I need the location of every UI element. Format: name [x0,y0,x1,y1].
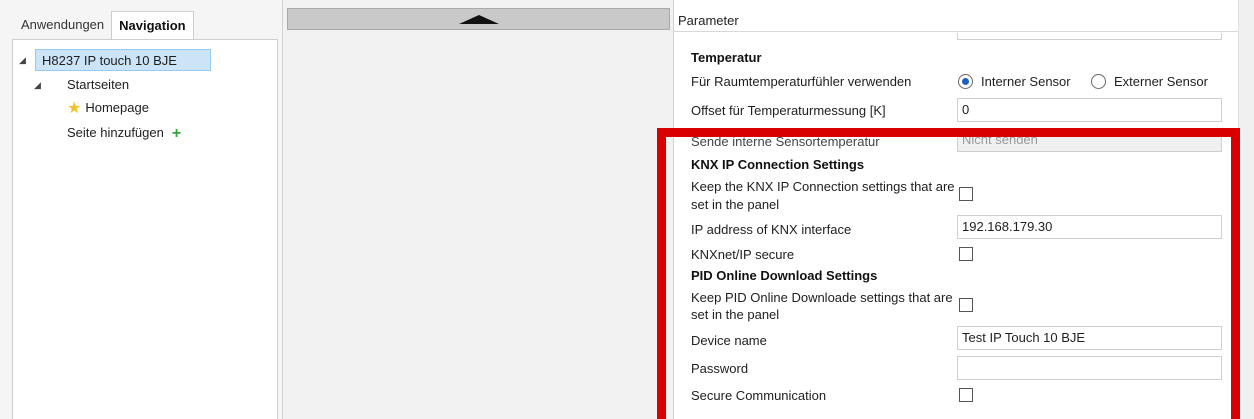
vertical-scrollbar[interactable] [1238,0,1254,419]
offset-label: Offset für Temperaturmessung [K] [691,103,886,118]
secure-comm-checkbox[interactable] [959,388,973,402]
device-name-label: Device name [691,333,767,348]
temperatur-heading: Temperatur [691,50,762,65]
ip-label: IP address of KNX interface [691,222,852,237]
tree-node-homepage-label: Homepage [85,100,149,115]
clipped-field[interactable] [957,33,1222,40]
parameter-panel-title: Parameter [674,10,1238,32]
knx-keep-label-line2: set in the panel [691,197,780,212]
knx-heading: KNX IP Connection Settings [691,157,865,172]
device-name-input[interactable]: Test IP Touch 10 BJE [957,326,1222,350]
secure-comm-label: Secure Communication [691,388,827,403]
knx-keep-checkbox[interactable] [959,187,973,201]
pid-keep-checkbox[interactable] [959,298,973,312]
password-input[interactable] [957,356,1222,380]
collapse-button[interactable] [287,8,670,30]
knx-secure-checkbox[interactable] [959,247,973,261]
star-icon: ★ [67,100,82,117]
tab-navigation[interactable]: Navigation [111,11,194,39]
tree-node-device[interactable]: H8237 IP touch 10 BJE [35,49,211,71]
send-temp-label: Sende interne Sensortemperatur [691,134,880,149]
password-label: Password [691,361,749,376]
radio-interner-sensor-label: Interner Sensor [981,74,1071,89]
tab-anwendungen[interactable]: Anwendungen [14,11,111,39]
parameter-list: Temperatur Für Raumtemperaturfühler verw… [674,33,1238,419]
pid-keep-label-line2: set in the panel [691,307,780,322]
knx-secure-label: KNXnet/IP secure [691,247,795,262]
pid-heading: PID Online Download Settings [691,268,878,283]
navigation-tree: ◢ H8237 IP touch 10 BJE ◢ Startseiten ★ H… [12,39,278,419]
offset-input[interactable]: 0 [957,98,1222,122]
pid-keep-label-line1: Keep PID Online Downloade settings that … [691,290,953,305]
add-page-item[interactable]: Seite hinzufügen + [67,122,181,144]
send-temp-select[interactable]: Nicht senden [957,128,1222,152]
parameter-panel: Parameter Temperatur Für Raumtemperaturf… [674,0,1254,419]
add-page-label: Seite hinzufügen [67,125,164,140]
knx-keep-label-line1: Keep the KNX IP Connection settings that… [691,179,955,194]
plus-icon[interactable]: + [172,125,181,142]
panel-tabs: Anwendungen Navigation [14,11,194,39]
radio-externer-sensor[interactable] [1091,74,1106,89]
expand-startseiten-icon[interactable]: ◢ [34,80,41,91]
tree-node-homepage[interactable]: ★ Homepage [67,97,149,119]
navigation-panel: Anwendungen Navigation ◢ H8237 IP touch … [0,0,282,419]
sensor-label: Für Raumtemperaturfühler verwenden [691,74,912,89]
ip-input[interactable]: 192.168.179.30 [957,215,1222,239]
tree-node-startseiten-label: Startseiten [67,77,130,92]
center-area [282,0,674,419]
radio-externer-sensor-label: Externer Sensor [1114,74,1208,89]
tree-node-startseiten[interactable]: Startseiten [67,74,129,96]
tree-node-device-label: H8237 IP touch 10 BJE [42,53,177,68]
expand-root-icon[interactable]: ◢ [19,55,26,66]
triangle-up-icon [459,15,499,24]
radio-interner-sensor[interactable] [958,74,973,89]
